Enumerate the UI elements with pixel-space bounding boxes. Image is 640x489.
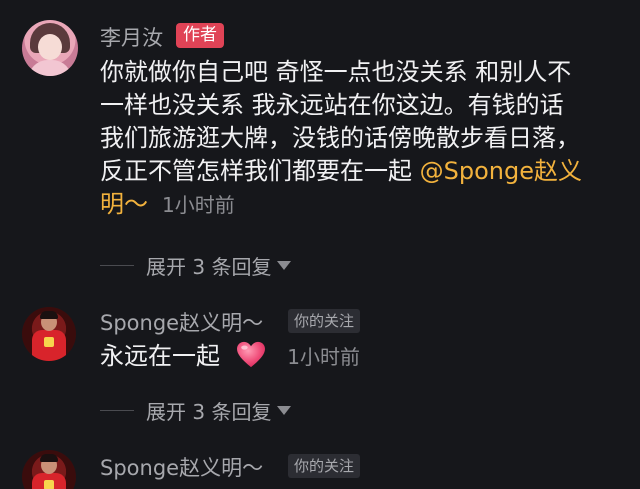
expand-replies-label: 展开 3 条回复 bbox=[146, 400, 272, 424]
reply-comment-text[interactable]: 永远在一起 1小时前 bbox=[100, 340, 360, 374]
mention-link[interactable]: @Sponge赵义 bbox=[420, 157, 582, 185]
avatar-face bbox=[38, 34, 62, 60]
heart-icon bbox=[236, 341, 265, 368]
chevron-down-icon bbox=[277, 261, 292, 270]
divider-line bbox=[100, 265, 134, 266]
reply-timestamp: 1小时前 bbox=[287, 345, 361, 369]
comment-line: 一样也没关系 我永远站在你这边。有钱的话 bbox=[100, 91, 564, 119]
comment-line-with-mention: 反正不管怎样我们都要在一起 @Sponge赵义 bbox=[100, 155, 630, 188]
comment-line-last: 明～ 1小时前 bbox=[100, 188, 630, 222]
expand-replies-label: 展开 3 条回复 bbox=[146, 255, 272, 279]
expand-replies-button[interactable]: 展开 3 条回复 bbox=[100, 251, 292, 280]
avatar-hair bbox=[40, 454, 58, 462]
avatar-jersey-number bbox=[44, 480, 54, 489]
reply-avatar[interactable] bbox=[22, 307, 76, 361]
comment-timestamp: 1小时前 bbox=[162, 193, 235, 217]
reply-username[interactable]: Sponge赵义明～ bbox=[100, 307, 263, 337]
mention-link-continued[interactable]: 明～ bbox=[100, 190, 148, 218]
avatar-jersey-number bbox=[44, 337, 54, 347]
comment-screen: 李月汝 作者 你就做你自己吧 奇怪一点也没关系 和别人不 一样也没关系 我永远站… bbox=[0, 0, 640, 489]
comment-line: 我们旅游逛大牌，没钱的话傍晚散步看日落， bbox=[100, 124, 580, 152]
avatar-body bbox=[28, 60, 72, 76]
chevron-down-icon bbox=[277, 406, 292, 415]
author-comment-text[interactable]: 你就做你自己吧 奇怪一点也没关系 和别人不 一样也没关系 我永远站在你这边。有钱… bbox=[100, 56, 630, 222]
comment-line: 反正不管怎样我们都要在一起 bbox=[100, 157, 420, 185]
author-username[interactable]: 李月汝 bbox=[100, 22, 163, 52]
third-avatar[interactable] bbox=[22, 450, 76, 489]
expand-replies-button-2[interactable]: 展开 3 条回复 bbox=[100, 396, 292, 425]
divider-line bbox=[100, 410, 134, 411]
third-username[interactable]: Sponge赵义明～ bbox=[100, 452, 263, 482]
avatar-hair bbox=[40, 311, 58, 319]
following-badge: 你的关注 bbox=[288, 454, 361, 478]
following-badge: 你的关注 bbox=[288, 309, 361, 333]
reply-text-content: 永远在一起 bbox=[100, 342, 220, 370]
comment-line: 你就做你自己吧 奇怪一点也没关系 和别人不 bbox=[100, 58, 572, 86]
author-avatar[interactable] bbox=[22, 20, 78, 76]
author-badge: 作者 bbox=[176, 23, 224, 48]
